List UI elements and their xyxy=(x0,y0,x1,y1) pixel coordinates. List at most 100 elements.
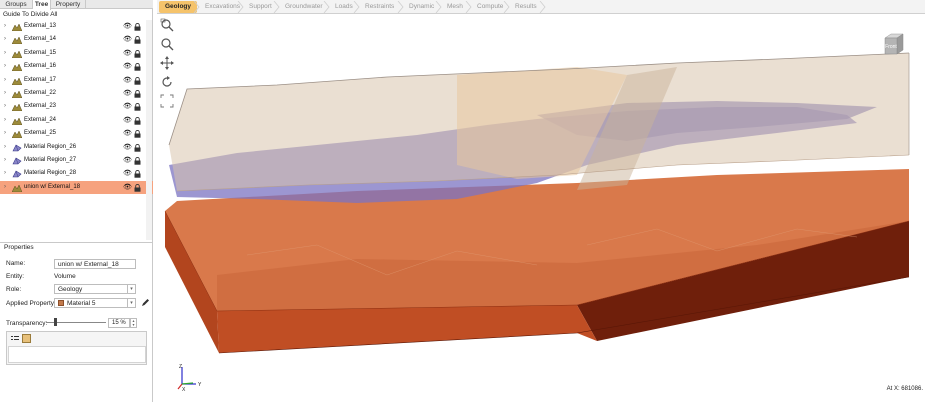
lock-icon[interactable] xyxy=(134,49,141,58)
left-tab-bar: Groups Tree Property xyxy=(0,0,153,10)
eye-icon[interactable]: 👁 xyxy=(123,114,132,127)
list-icon[interactable] xyxy=(11,335,19,343)
tree-item[interactable]: › union w/ External_18 👁 xyxy=(0,180,153,195)
expand-chevron-icon[interactable]: › xyxy=(4,20,6,33)
fit-icon[interactable] xyxy=(160,94,174,108)
expand-chevron-icon[interactable]: › xyxy=(4,114,6,127)
workflow-tab-dynamic[interactable]: Dynamic xyxy=(401,1,439,13)
zoom-window-icon[interactable] xyxy=(160,18,174,32)
lock-icon[interactable] xyxy=(134,143,141,152)
name-field[interactable]: union w/ External_18 xyxy=(54,259,136,269)
guide-to-divide-all-link[interactable]: Guide To Divide All xyxy=(3,11,57,18)
lock-icon[interactable] xyxy=(134,156,141,165)
eye-icon[interactable]: 👁 xyxy=(123,100,132,113)
notes-textarea[interactable] xyxy=(8,346,146,363)
workflow-tab-compute[interactable]: Compute xyxy=(469,1,507,13)
model-tree: › External_13 👁 › External_14 👁 › External_15 👁 ›… xyxy=(0,20,153,195)
expand-chevron-icon[interactable]: › xyxy=(4,33,6,46)
lock-icon[interactable] xyxy=(134,76,141,85)
lock-icon[interactable] xyxy=(134,36,141,45)
rotate-icon[interactable] xyxy=(160,75,174,89)
lock-icon[interactable] xyxy=(134,103,141,112)
tab-property[interactable]: Property xyxy=(51,0,86,9)
eye-icon[interactable]: 👁 xyxy=(123,141,132,154)
tree-item[interactable]: › External_14 👁 xyxy=(0,33,153,46)
lock-icon[interactable] xyxy=(134,89,141,98)
tree-item-label: External_25 xyxy=(24,130,57,137)
applied-property-select[interactable]: Material 5 ▾ xyxy=(54,298,136,308)
tree-item[interactable]: › External_23 👁 xyxy=(0,100,153,113)
transparency-spinner[interactable]: ▴ ▾ xyxy=(130,318,137,328)
expand-chevron-icon[interactable]: › xyxy=(4,141,6,154)
zoom-icon[interactable] xyxy=(160,37,174,51)
lock-icon[interactable] xyxy=(134,23,141,31)
3d-viewport[interactable] xyxy=(157,15,925,402)
eye-icon[interactable]: 👁 xyxy=(123,33,132,46)
tree-item-label: External_13 xyxy=(24,23,57,29)
expand-chevron-icon[interactable]: › xyxy=(4,100,6,113)
eye-icon[interactable]: 👁 xyxy=(123,20,132,33)
eye-icon[interactable]: 👁 xyxy=(123,74,132,87)
expand-chevron-icon[interactable]: › xyxy=(4,181,6,194)
tree-item[interactable]: › Material Region_27 👁 xyxy=(0,154,153,167)
workflow-tab-bar: Geology Excavations Support Groundwater Load… xyxy=(157,0,925,14)
tree-scrollbar[interactable] xyxy=(146,20,152,240)
tab-tree[interactable]: Tree xyxy=(33,0,51,10)
expand-chevron-icon[interactable]: › xyxy=(4,47,6,60)
material-swatch-icon xyxy=(58,300,64,306)
expand-chevron-icon[interactable]: › xyxy=(4,87,6,100)
pan-icon[interactable] xyxy=(160,56,174,70)
tree-item[interactable]: › External_17 👁 xyxy=(0,74,153,87)
expand-chevron-icon[interactable]: › xyxy=(4,127,6,140)
workflow-tab-results[interactable]: Results xyxy=(507,1,543,13)
workflow-tab-geology[interactable]: Geology xyxy=(159,1,197,13)
color-swatch-icon[interactable] xyxy=(22,334,31,343)
eye-icon[interactable]: 👁 xyxy=(123,167,132,180)
axis-triad: Z X Y xyxy=(177,364,202,392)
expand-chevron-icon[interactable]: › xyxy=(4,154,6,167)
lock-icon[interactable] xyxy=(134,63,141,71)
lock-icon[interactable] xyxy=(134,170,141,178)
eye-icon[interactable]: 👁 xyxy=(123,127,132,140)
view-toolbar xyxy=(160,18,176,113)
workflow-tab-groundwater[interactable]: Groundwater xyxy=(277,1,327,13)
tree-item-label: External_23 xyxy=(24,103,57,110)
lock-icon[interactable] xyxy=(134,183,141,192)
role-select[interactable]: Geology ▾ xyxy=(54,284,136,294)
workflow-tab-restraints[interactable]: Restraints xyxy=(357,1,401,13)
eye-icon[interactable]: 👁 xyxy=(123,60,132,73)
tree-item-label: External_22 xyxy=(24,89,57,96)
tree-item[interactable]: › External_16 👁 xyxy=(0,60,153,73)
eye-icon[interactable]: 👁 xyxy=(123,47,132,60)
external-volume-icon xyxy=(12,130,22,139)
tree-item[interactable]: › External_24 👁 xyxy=(0,114,153,127)
tree-item-label: External_17 xyxy=(24,76,57,83)
expand-chevron-icon[interactable]: › xyxy=(4,60,6,73)
transparency-slider-thumb[interactable] xyxy=(54,318,57,326)
tree-item[interactable]: › External_15 👁 xyxy=(0,47,153,60)
lock-icon[interactable] xyxy=(134,130,141,138)
geology-model-render xyxy=(164,52,910,354)
lock-icon[interactable] xyxy=(134,116,141,125)
expand-chevron-icon[interactable]: › xyxy=(4,167,6,180)
eye-icon[interactable]: 👁 xyxy=(123,181,132,194)
view-cube[interactable]: Front xyxy=(881,32,905,58)
tree-item[interactable]: › Material Region_28 👁 xyxy=(0,167,153,180)
z-axis-label: Z xyxy=(179,364,182,370)
tree-item[interactable]: › External_13 👁 xyxy=(0,20,153,33)
eye-icon[interactable]: 👁 xyxy=(123,87,132,100)
chevron-right-icon xyxy=(539,1,546,13)
edit-pencil-icon[interactable] xyxy=(141,298,150,307)
workflow-tab-excavations[interactable]: Excavations xyxy=(197,1,241,13)
expand-chevron-icon[interactable]: › xyxy=(4,74,6,87)
tab-groups[interactable]: Groups xyxy=(0,0,33,9)
workflow-tab-support[interactable]: Support xyxy=(241,1,277,13)
tree-item[interactable]: › External_22 👁 xyxy=(0,87,153,100)
entity-value: Volume xyxy=(54,273,76,280)
transparency-input[interactable]: 15 % xyxy=(108,318,130,328)
tree-item[interactable]: › Material Region_26 👁 xyxy=(0,141,153,154)
eye-icon[interactable]: 👁 xyxy=(123,154,132,167)
y-axis-label: Y xyxy=(198,382,202,388)
tree-item[interactable]: › External_25 👁 xyxy=(0,127,153,140)
tree-item-label: External_15 xyxy=(24,49,57,56)
